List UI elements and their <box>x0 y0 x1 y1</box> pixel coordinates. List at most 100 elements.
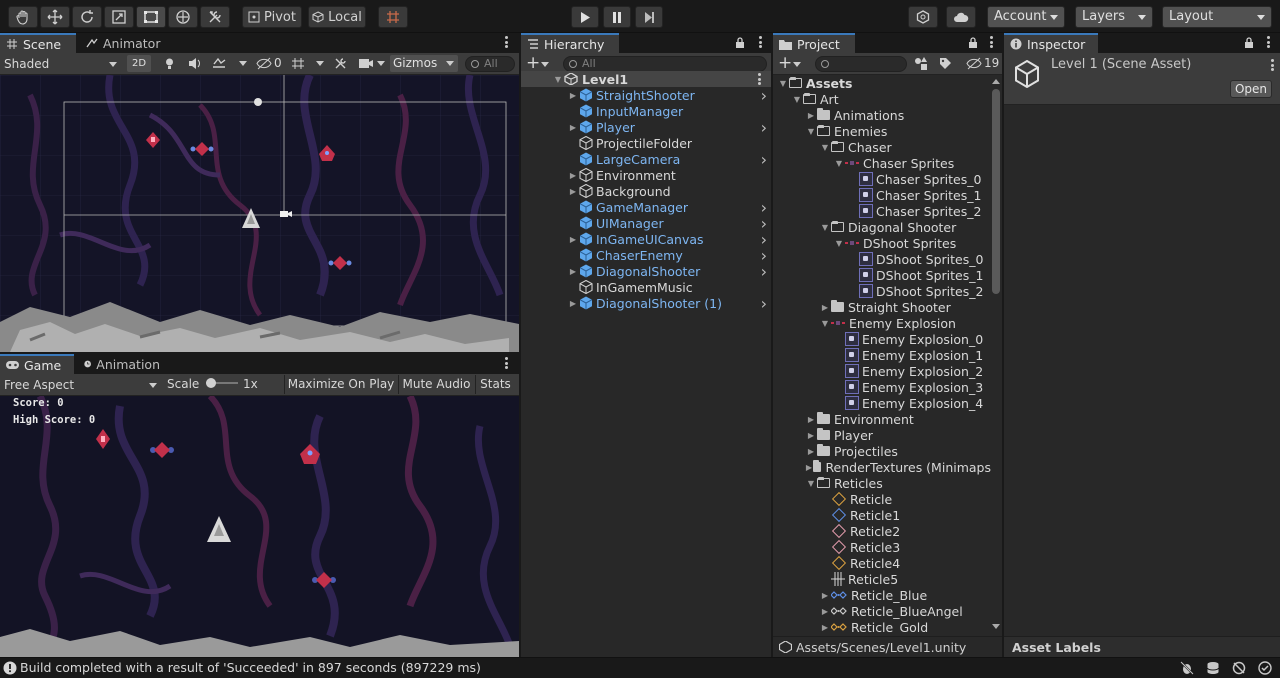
camera-gizmo-icon[interactable] <box>280 210 292 218</box>
expand-arrow-icon[interactable]: ▼ <box>833 239 845 248</box>
chevron-down-icon[interactable] <box>239 61 247 66</box>
transform-tool-icon[interactable] <box>168 6 198 28</box>
hierarchy-item[interactable]: ▶ DiagonalShooter › <box>521 262 771 281</box>
tab-project[interactable]: Project <box>773 33 855 53</box>
open-prefab-chevron-icon[interactable]: › <box>761 118 767 137</box>
project-item[interactable]: ▶ Projectiles <box>773 443 991 459</box>
project-item[interactable]: ▼ DShoot Sprites <box>773 235 991 251</box>
expand-arrow-icon[interactable]: ▶ <box>567 235 579 244</box>
player-ship-sprite[interactable] <box>242 208 260 228</box>
expand-arrow-icon[interactable]: ▶ <box>805 431 817 440</box>
expand-arrow-icon[interactable]: ▶ <box>805 415 817 424</box>
expand-arrow-icon[interactable]: ▼ <box>791 95 803 104</box>
project-item[interactable]: ▼ Art <box>773 91 991 107</box>
expand-arrow-icon[interactable]: ▼ <box>805 479 817 488</box>
inspector-menu-icon[interactable] <box>1266 36 1270 48</box>
scene-root-row[interactable]: ▼ Level1 <box>521 71 771 87</box>
open-prefab-chevron-icon[interactable]: › <box>761 262 767 281</box>
expand-arrow-icon[interactable]: ▶ <box>805 447 817 456</box>
pivot-toggle-button[interactable]: Pivot <box>242 6 302 28</box>
hierarchy-item[interactable]: GameManager › <box>521 198 771 217</box>
chevron-down-icon[interactable] <box>377 61 385 66</box>
hierarchy-item[interactable]: ProjectileFolder <box>521 135 771 151</box>
audio-icon[interactable] <box>188 57 202 70</box>
enemy-sprite[interactable] <box>328 256 352 270</box>
project-item[interactable]: ▶ Straight Shooter <box>773 299 991 315</box>
scene-menu-icon[interactable] <box>504 36 508 48</box>
hierarchy-item[interactable]: LargeCamera › <box>521 150 771 169</box>
grid-snap-icon[interactable] <box>378 6 408 28</box>
project-item[interactable]: DShoot Sprites_1 <box>773 267 991 283</box>
scroll-down-icon[interactable] <box>992 624 1000 629</box>
project-item[interactable]: DShoot Sprites_0 <box>773 251 991 267</box>
hierarchy-item[interactable]: ▶ Player › <box>521 118 771 137</box>
project-item[interactable]: ▼ Chaser <box>773 139 991 155</box>
checkmark-circle-icon[interactable] <box>1258 661 1272 675</box>
project-item[interactable]: Reticle1 <box>773 507 991 523</box>
create-plus-icon[interactable]: + <box>778 53 792 73</box>
scene-viewport[interactable] <box>0 75 519 352</box>
shading-mode-dropdown[interactable]: Shaded <box>4 56 120 72</box>
project-item[interactable]: DShoot Sprites_2 <box>773 283 991 299</box>
layout-dropdown[interactable]: Layout <box>1162 6 1272 28</box>
project-item[interactable]: Chaser Sprites_0 <box>773 171 991 187</box>
local-toggle-button[interactable]: Local <box>308 6 366 28</box>
collab-icon[interactable] <box>908 6 938 28</box>
game-menu-icon[interactable] <box>504 357 508 369</box>
open-prefab-chevron-icon[interactable]: › <box>761 86 767 105</box>
project-item[interactable]: ▶ Reticle_Blue <box>773 587 991 603</box>
expand-arrow-icon[interactable]: ▶ <box>819 607 831 616</box>
grid-icon[interactable] <box>291 57 305 70</box>
open-prefab-chevron-icon[interactable]: › <box>761 294 767 313</box>
project-item[interactable]: Reticle2 <box>773 523 991 539</box>
project-item[interactable]: Enemy Explosion_4 <box>773 395 991 411</box>
camera-icon[interactable] <box>358 58 374 69</box>
hierarchy-menu-icon[interactable] <box>758 36 762 48</box>
project-item[interactable]: Enemy Explosion_0 <box>773 331 991 347</box>
expand-arrow-icon[interactable]: ▶ <box>805 463 813 472</box>
hierarchy-search-input[interactable]: All <box>563 56 767 72</box>
aspect-dropdown[interactable]: Free Aspect <box>4 377 160 393</box>
project-item[interactable]: ▼ Enemies <box>773 123 991 139</box>
expand-arrow-icon[interactable]: ▶ <box>567 123 579 132</box>
game-viewport[interactable]: Score: 0 High Score: 0 <box>0 396 519 657</box>
tab-animator[interactable]: Animator <box>80 33 170 53</box>
hierarchy-item[interactable]: ▶ Background <box>521 183 771 199</box>
auto-refresh-off-icon[interactable] <box>1232 661 1246 675</box>
hidden-packages-icon[interactable] <box>966 57 982 70</box>
lock-icon[interactable] <box>968 37 978 48</box>
expand-arrow-icon[interactable]: ▶ <box>805 111 817 120</box>
expand-arrow-icon[interactable]: ▼ <box>819 319 831 328</box>
expand-arrow-icon[interactable]: ▼ <box>552 75 564 84</box>
expand-arrow-icon[interactable]: ▶ <box>819 591 831 600</box>
scroll-up-icon[interactable] <box>992 79 1000 84</box>
hierarchy-item[interactable]: UIManager › <box>521 214 771 233</box>
scale-slider-handle[interactable] <box>206 378 216 388</box>
project-item[interactable]: ▼ Chaser Sprites <box>773 155 991 171</box>
enemy-sprite[interactable] <box>319 145 335 161</box>
scene-root-menu-icon[interactable] <box>757 73 761 85</box>
project-item[interactable]: Reticle5 <box>773 571 991 587</box>
open-prefab-chevron-icon[interactable]: › <box>761 150 767 169</box>
lock-icon[interactable] <box>735 37 745 48</box>
chevron-down-icon[interactable] <box>793 62 801 67</box>
project-item[interactable]: ▶ Animations <box>773 107 991 123</box>
create-plus-icon[interactable]: + <box>526 53 540 73</box>
asset-labels-header[interactable]: Asset Labels <box>1004 636 1280 657</box>
effects-icon[interactable] <box>212 57 226 70</box>
project-item[interactable]: ▶ RenderTextures (Minimaps <box>773 459 991 475</box>
filter-by-label-icon[interactable] <box>939 57 952 70</box>
expand-arrow-icon[interactable]: ▶ <box>819 623 831 632</box>
play-button[interactable] <box>571 6 599 28</box>
project-item[interactable]: ▶ Environment <box>773 411 991 427</box>
step-button[interactable] <box>635 6 663 28</box>
database-icon[interactable] <box>1206 661 1220 675</box>
chevron-down-icon[interactable] <box>316 61 324 66</box>
tab-game[interactable]: Game <box>0 354 74 374</box>
project-search-input[interactable] <box>815 56 907 72</box>
expand-arrow-icon[interactable]: ▶ <box>567 171 579 180</box>
inspector-header-menu-icon[interactable] <box>1270 59 1274 71</box>
expand-arrow-icon[interactable]: ▶ <box>567 187 579 196</box>
open-button[interactable]: Open <box>1230 80 1272 98</box>
project-item[interactable]: ▼ Enemy Explosion <box>773 315 991 331</box>
